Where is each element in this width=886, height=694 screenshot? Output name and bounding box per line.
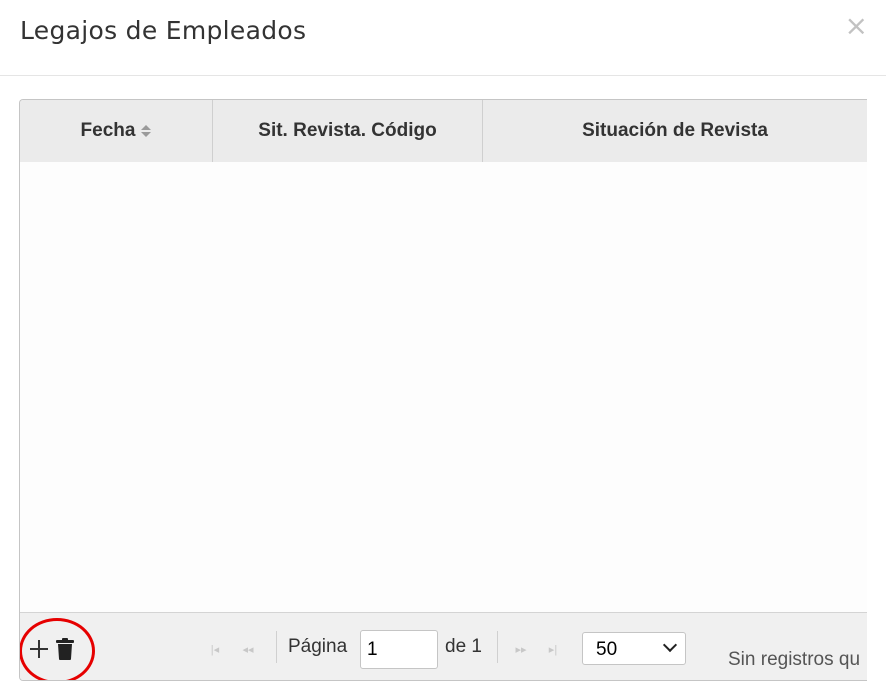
grid-header: Fecha Sit. Revista. Código Situación de … <box>20 100 867 163</box>
page-number-input[interactable]: 1 <box>360 630 438 669</box>
column-header-label: Fecha <box>80 120 136 141</box>
grid-body <box>20 162 867 612</box>
modal-header: Legajos de Empleados × <box>0 0 886 76</box>
column-header-situacion-revista: Situación de Revista <box>483 100 867 162</box>
page-total-label: de 1 <box>445 636 482 657</box>
chevron-down-icon <box>662 637 678 653</box>
column-header-label: Sit. Revista. Código <box>258 120 437 141</box>
pager-separator <box>497 631 498 663</box>
sort-icon <box>141 125 152 137</box>
data-grid: Fecha Sit. Revista. Código Situación de … <box>19 99 867 681</box>
trash-icon[interactable] <box>56 638 74 660</box>
plus-icon[interactable] <box>28 638 50 660</box>
column-header-label: Situación de Revista <box>582 120 768 141</box>
grid-footer: |◂ ◂◂ Página 1 de 1 ▸▸ ▸| 50 Sin registr… <box>20 612 867 680</box>
page-size-select[interactable]: 50 <box>582 632 686 665</box>
pager-separator <box>276 631 277 663</box>
first-page-icon[interactable]: |◂ <box>207 645 223 656</box>
records-status: Sin registros qu <box>728 649 861 670</box>
prev-page-icon[interactable]: ◂◂ <box>240 645 256 656</box>
column-header-sit-revista-codigo: Sit. Revista. Código <box>213 100 483 162</box>
column-header-fecha[interactable]: Fecha <box>20 100 213 162</box>
modal-title: Legajos de Empleados <box>20 16 307 45</box>
next-page-icon[interactable]: ▸▸ <box>513 645 529 656</box>
last-page-icon[interactable]: ▸| <box>545 645 561 656</box>
page-size-value: 50 <box>596 639 618 660</box>
page-label: Página <box>288 636 348 657</box>
close-icon[interactable]: × <box>845 12 868 40</box>
